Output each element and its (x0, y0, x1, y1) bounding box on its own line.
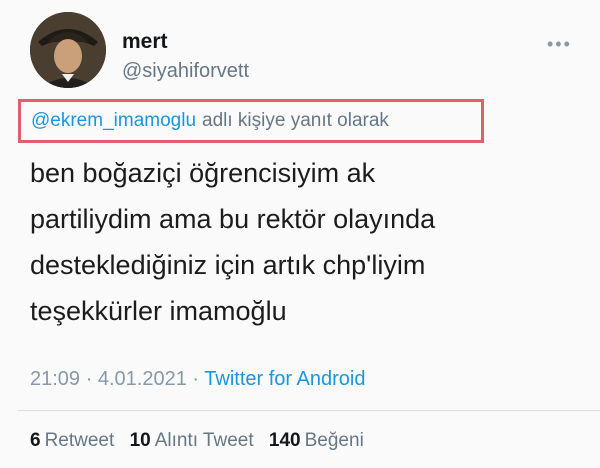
tweet-line: desteklediğiniz için artık chp'liyim (30, 250, 426, 280)
more-dots-icon[interactable]: ••• (547, 34, 572, 55)
reply-mention-link[interactable]: @ekrem_imamoglu (31, 110, 196, 132)
user-handle[interactable]: @siyahiforvett (122, 60, 249, 83)
meta-separator: · (192, 368, 200, 390)
likes-label: Beğeni (304, 430, 364, 451)
tweet-stats: 6 Retweet 10 Alıntı Tweet 140 Beğeni (30, 430, 374, 452)
tweet-text: ben boğaziçi öğrencisiyim ak partiliydim… (30, 150, 590, 334)
retweets-label: Retweet (44, 430, 115, 451)
quotes-count: 10 (129, 430, 151, 451)
meta-separator: · (85, 368, 93, 390)
divider (18, 410, 600, 411)
reply-context-text: adlı kişiye yanıt olarak (202, 110, 389, 131)
tweet-time[interactable]: 21:09 (30, 368, 80, 390)
tweet-line: ben boğaziçi öğrencisiyim ak (30, 158, 376, 188)
tweet-line: partiliydim ama bu rektör olayında (30, 204, 436, 234)
tweet-source-link[interactable]: Twitter for Android (204, 368, 365, 390)
tweet-line: teşekkürler imamoğlu (30, 296, 287, 326)
quotes-label: Alıntı Tweet (154, 430, 254, 451)
retweets-count: 6 (30, 430, 41, 451)
tweet-date[interactable]: 4.01.2021 (98, 368, 187, 390)
reply-context: @ekrem_imamoglu adlı kişiye yanıt olarak (18, 99, 484, 143)
quotes-stat[interactable]: 10 Alıntı Tweet (130, 430, 254, 451)
likes-stat[interactable]: 140 Beğeni (269, 430, 364, 451)
avatar[interactable] (30, 12, 106, 88)
retweets-stat[interactable]: 6 Retweet (30, 430, 114, 451)
likes-count: 140 (268, 430, 301, 451)
tweet-meta: 21:09 · 4.01.2021 · Twitter for Android (30, 368, 365, 391)
display-name[interactable]: mert (122, 30, 168, 54)
